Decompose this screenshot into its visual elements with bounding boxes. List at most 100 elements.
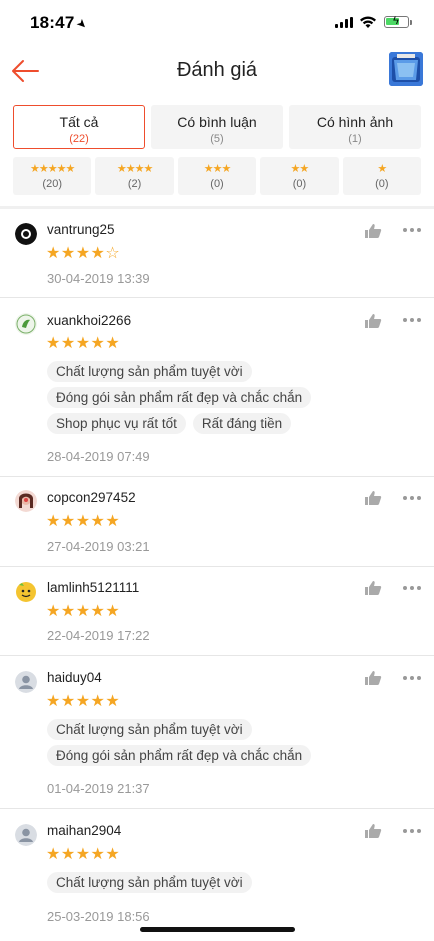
filled-stars: ★★★★★ — [46, 603, 121, 620]
more-dots-icon[interactable] — [403, 676, 423, 682]
filled-stars: ★★★★★ — [46, 335, 121, 352]
tab-all[interactable]: Tất cả (22) — [13, 105, 145, 149]
filter-tabs: Tất cả (22) Có bình luận (5) Có hình ảnh… — [13, 105, 421, 150]
avatar-image — [15, 671, 37, 693]
review-date: 28-04-2019 07:49 — [47, 449, 150, 464]
filter-1-star[interactable]: ★ (0) — [342, 157, 422, 195]
review-item: copcon297452 ★★★★★ 27-04-2019 03:21 — [0, 478, 434, 567]
avatar-image — [15, 490, 37, 512]
review-username: xuankhoi2266 — [47, 313, 132, 328]
product-image — [389, 52, 423, 86]
review-tags: Chất lượng sản phẩm tuyệt vời Đóng gói s… — [47, 719, 407, 766]
review-item: vantrung25 ★★★★☆ 30-04-2019 13:39 — [0, 209, 434, 298]
product-thumbnail[interactable] — [389, 52, 423, 86]
filled-stars: ★★★★★ — [46, 846, 121, 863]
nav-header: Đánh giá — [0, 46, 434, 96]
review-tag: Rất đáng tiền — [192, 413, 292, 434]
more-dots-icon[interactable] — [403, 496, 423, 502]
star-filter-count: (0) — [292, 178, 307, 190]
review-username: vantrung25 — [47, 222, 115, 237]
review-tag: Shop phục vụ rất tốt — [47, 413, 186, 434]
status-bar: 18:47➤ ϟ — [0, 0, 434, 46]
more-dots-icon[interactable] — [403, 318, 423, 324]
rating-stars: ★★★★★ — [46, 844, 120, 864]
tab-label: Tất cả — [59, 114, 99, 130]
review-tag: Chất lượng sản phẩm tuyệt vời — [47, 719, 252, 740]
review-username: maihan2904 — [47, 823, 122, 838]
battery-icon: ϟ — [384, 15, 409, 28]
star-icons: ★★★ — [203, 163, 232, 175]
rating-stars: ★★★★★ — [46, 511, 120, 531]
avatar[interactable] — [15, 824, 37, 846]
review-date: 30-04-2019 13:39 — [47, 271, 150, 286]
rating-stars: ★★★★★ — [46, 333, 120, 353]
more-dots-icon[interactable] — [403, 829, 423, 835]
tab-count: (22) — [69, 133, 89, 145]
avatar[interactable] — [15, 313, 37, 335]
tab-with-comments[interactable]: Có bình luận (5) — [151, 105, 283, 149]
thumbs-up-icon[interactable] — [364, 490, 382, 506]
avatar-image — [15, 313, 37, 335]
review-item: maihan2904 ★★★★★ Chất lượng sản phẩm tuy… — [0, 810, 434, 941]
status-time: 18:47➤ — [30, 13, 92, 33]
filter-3-stars[interactable]: ★★★ (0) — [177, 157, 257, 195]
filter-4-stars[interactable]: ★★★★ (2) — [95, 157, 174, 195]
tab-label: Có bình luận — [177, 114, 257, 130]
more-dots-icon[interactable] — [403, 586, 423, 592]
rating-stars: ★★★★★ — [46, 601, 120, 621]
avatar[interactable] — [15, 671, 37, 693]
wifi-icon — [360, 16, 376, 28]
rating-stars: ★★★★★ — [46, 691, 120, 711]
review-tag: Chất lượng sản phẩm tuyệt vời — [47, 872, 252, 893]
battery-tip — [410, 20, 412, 25]
star-filter-count: (2) — [127, 178, 142, 190]
star-icons: ★ — [377, 163, 387, 175]
review-item: lamlinh5121111 ★★★★★ 22-04-2019 17:22 — [0, 568, 434, 656]
star-icons: ★★★★ — [116, 163, 153, 175]
tab-count: (1) — [348, 133, 362, 145]
review-tag: Đóng gói sản phẩm rất đẹp và chắc chắn — [47, 745, 312, 766]
filled-stars: ★★★★ — [46, 245, 106, 262]
avatar-image — [16, 582, 36, 602]
review-username: haiduy04 — [47, 670, 102, 685]
star-icons: ★★ — [290, 163, 310, 175]
page-title: Đánh giá — [176, 59, 258, 81]
empty-stars: ☆ — [105, 245, 121, 262]
avatar[interactable] — [15, 490, 37, 512]
avatar[interactable] — [15, 580, 37, 602]
review-tags: Chất lượng sản phẩm tuyệt vời Đóng gói s… — [47, 361, 407, 434]
avatar-image — [15, 223, 37, 245]
tab-with-images[interactable]: Có hình ảnh (1) — [289, 105, 421, 149]
review-tag: Đóng gói sản phẩm rất đẹp và chắc chắn — [47, 387, 312, 408]
filter-2-stars[interactable]: ★★ (0) — [260, 157, 339, 195]
star-filters: ★★★★★ (20) ★★★★ (2) ★★★ (0) ★★ (0) ★ (0) — [13, 157, 422, 195]
rating-stars: ★★★★☆ — [46, 243, 120, 263]
filled-stars: ★★★★★ — [46, 513, 121, 530]
star-filter-count: (0) — [210, 178, 224, 190]
review-date: 01-04-2019 21:37 — [47, 781, 150, 796]
star-filter-count: (0) — [375, 178, 389, 190]
thumbs-up-icon[interactable] — [364, 823, 382, 839]
thumbs-up-icon[interactable] — [364, 223, 382, 239]
review-date: 25-03-2019 18:56 — [47, 909, 150, 924]
thumbs-up-icon[interactable] — [364, 580, 382, 596]
more-dots-icon[interactable] — [403, 228, 423, 234]
review-date: 22-04-2019 17:22 — [47, 628, 150, 643]
filter-5-stars[interactable]: ★★★★★ (20) — [13, 157, 92, 195]
thumbs-up-icon[interactable] — [364, 313, 382, 329]
avatar-image — [15, 824, 37, 846]
tab-label: Có hình ảnh — [316, 114, 394, 130]
review-tag: Chất lượng sản phẩm tuyệt vời — [47, 361, 252, 382]
clock-text: 18:47 — [30, 13, 75, 32]
home-indicator[interactable] — [140, 927, 295, 932]
review-username: lamlinh5121111 — [47, 580, 140, 595]
location-arrow-icon: ➤ — [74, 15, 92, 33]
review-username: copcon297452 — [47, 490, 136, 505]
review-item: haiduy04 ★★★★★ Chất lượng sản phẩm tuyệt… — [0, 657, 434, 809]
signal-icon — [335, 17, 353, 28]
avatar[interactable] — [15, 223, 37, 245]
review-item: xuankhoi2266 ★★★★★ Chất lượng sản phẩm t… — [0, 299, 434, 477]
tab-count: (5) — [210, 133, 224, 145]
thumbs-up-icon[interactable] — [364, 670, 382, 686]
filled-stars: ★★★★★ — [46, 693, 121, 710]
